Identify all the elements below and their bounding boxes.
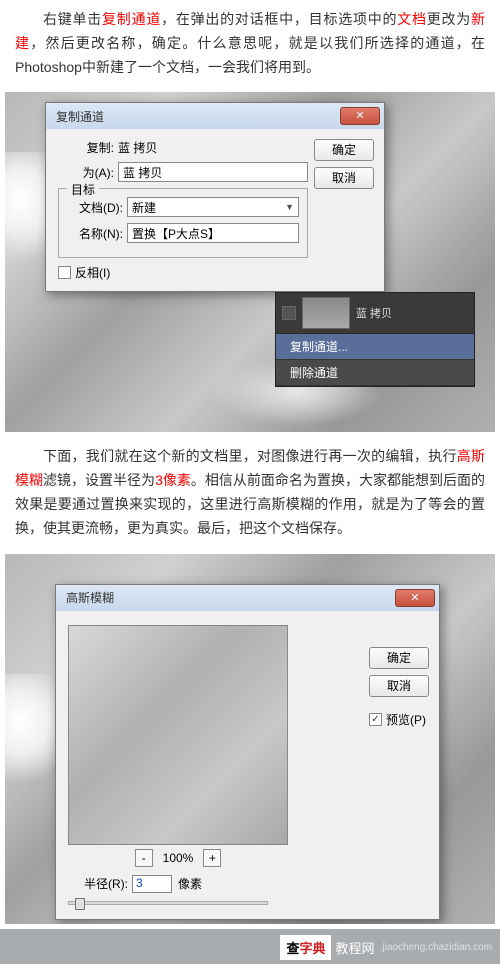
ok-button[interactable]: 确定 bbox=[369, 647, 429, 669]
channel-row[interactable]: 蓝 拷贝 bbox=[276, 293, 474, 334]
close-button[interactable]: ✕ bbox=[340, 107, 380, 125]
text-red: 文档 bbox=[397, 11, 427, 27]
zoom-out-button[interactable]: - bbox=[135, 849, 153, 867]
dialog-body: - 100% + 半径(R): 3 像素 确定 取消 ✓ 预览(P) bbox=[56, 611, 439, 919]
text-red: 复制通道 bbox=[102, 11, 161, 27]
text: ，然后更改名称，确定。什么意思呢，就是以我们所选择的通道，在Photoshop中… bbox=[15, 35, 485, 75]
copy-label: 复制: bbox=[58, 139, 114, 156]
preview-label: 预览(P) bbox=[386, 711, 426, 728]
dialog-gaussian-blur: 高斯模糊 ✕ - 100% + 半径(R): 3 像素 bbox=[55, 584, 440, 920]
preview-checkbox[interactable]: ✓ bbox=[369, 713, 382, 726]
copy-value: 蓝 拷贝 bbox=[118, 139, 157, 156]
zoom-controls: - 100% + bbox=[68, 849, 288, 867]
channels-panel: 蓝 拷贝 复制通道... 删除通道 bbox=[275, 292, 475, 387]
close-icon: ✕ bbox=[355, 110, 364, 122]
text: ，在弹出的对话框中，目标选项中的 bbox=[161, 11, 397, 27]
dialog-titlebar[interactable]: 复制通道 ✕ bbox=[46, 103, 384, 129]
menu-item-duplicate-channel[interactable]: 复制通道... bbox=[276, 334, 474, 360]
ok-button[interactable]: 确定 bbox=[314, 139, 374, 161]
zoom-percent: 100% bbox=[163, 851, 194, 865]
text: 右键单击 bbox=[43, 11, 102, 27]
invert-row: 反相(I) bbox=[58, 264, 372, 281]
chevron-down-icon: ▼ bbox=[285, 202, 294, 212]
button-column: 确定 取消 ✓ 预览(P) bbox=[369, 647, 429, 728]
close-button[interactable]: ✕ bbox=[395, 589, 435, 607]
radius-label: 半径(R): bbox=[68, 875, 128, 892]
text-red: 3像素 bbox=[155, 472, 191, 488]
screenshot-gaussian-blur: 高斯模糊 ✕ - 100% + 半径(R): 3 像素 bbox=[5, 554, 495, 924]
cancel-button[interactable]: 取消 bbox=[314, 167, 374, 189]
cancel-button[interactable]: 取消 bbox=[369, 675, 429, 697]
doc-combo-value: 新建 bbox=[132, 199, 156, 216]
invert-label: 反相(I) bbox=[75, 264, 110, 281]
screenshot-duplicate-channel: 复制通道 ✕ 确定 取消 复制: 蓝 拷贝 为(A): 蓝 拷贝 目标 文档(D bbox=[5, 92, 495, 432]
doc-combo[interactable]: 新建 ▼ bbox=[127, 197, 299, 217]
as-input[interactable]: 蓝 拷贝 bbox=[118, 162, 308, 182]
fieldset-target: 目标 文档(D): 新建 ▼ 名称(N): 置换【P大点S】 bbox=[58, 188, 308, 258]
fieldset-legend: 目标 bbox=[67, 181, 99, 198]
visibility-icon[interactable] bbox=[282, 306, 296, 320]
as-label: 为(A): bbox=[58, 164, 114, 181]
brand-char: 查 bbox=[286, 941, 299, 956]
dialog-title: 复制通道 bbox=[50, 108, 340, 125]
paragraph-1: 右键单击复制通道，在弹出的对话框中，目标选项中的文档更改为新建，然后更改名称，确… bbox=[0, 0, 500, 87]
preview-row: ✓ 预览(P) bbox=[369, 711, 429, 728]
preview-column: - 100% + 半径(R): 3 像素 bbox=[68, 621, 288, 909]
footer-bar: 查字典 教程网 jiaocheng.chazidian.com bbox=[0, 929, 500, 964]
doc-label: 文档(D): bbox=[67, 199, 123, 216]
button-column: 确定 取消 bbox=[314, 139, 374, 195]
name-label: 名称(N): bbox=[67, 225, 123, 242]
watermark-brand: 查字典 bbox=[280, 935, 331, 960]
dialog-duplicate-channel: 复制通道 ✕ 确定 取消 复制: 蓝 拷贝 为(A): 蓝 拷贝 目标 文档(D bbox=[45, 102, 385, 292]
watermark: 查字典 教程网 jiaocheng.chazidian.com bbox=[280, 935, 492, 960]
radius-slider[interactable] bbox=[68, 901, 268, 905]
radius-unit: 像素 bbox=[178, 875, 202, 892]
dialog-titlebar[interactable]: 高斯模糊 ✕ bbox=[56, 585, 439, 611]
channel-name: 蓝 拷贝 bbox=[356, 305, 392, 321]
radius-input[interactable]: 3 bbox=[132, 875, 172, 893]
name-input[interactable]: 置换【P大点S】 bbox=[127, 223, 299, 243]
brand-char-red: 字典 bbox=[299, 941, 325, 956]
watermark-url: jiaocheng.chazidian.com bbox=[382, 942, 492, 953]
menu-item-delete-channel[interactable]: 删除通道 bbox=[276, 360, 474, 386]
paragraph-2: 下面，我们就在这个新的文档里，对图像进行再一次的编辑，执行高斯模糊滤镜，设置半径… bbox=[0, 437, 500, 548]
zoom-in-button[interactable]: + bbox=[203, 849, 221, 867]
text: 更改为 bbox=[427, 11, 471, 27]
dialog-body: 确定 取消 复制: 蓝 拷贝 为(A): 蓝 拷贝 目标 文档(D): 新建 ▼ bbox=[46, 129, 384, 291]
preview-image[interactable] bbox=[68, 625, 288, 845]
close-icon: ✕ bbox=[410, 592, 419, 604]
channel-thumbnail bbox=[302, 297, 350, 329]
text: 下面，我们就在这个新的文档里，对图像进行再一次的编辑，执行 bbox=[43, 448, 457, 464]
watermark-suffix: 教程网 bbox=[335, 938, 374, 957]
invert-checkbox[interactable] bbox=[58, 266, 71, 279]
slider-thumb[interactable] bbox=[75, 898, 85, 910]
dialog-title: 高斯模糊 bbox=[60, 589, 395, 606]
text: 滤镜，设置半径为 bbox=[43, 472, 155, 488]
